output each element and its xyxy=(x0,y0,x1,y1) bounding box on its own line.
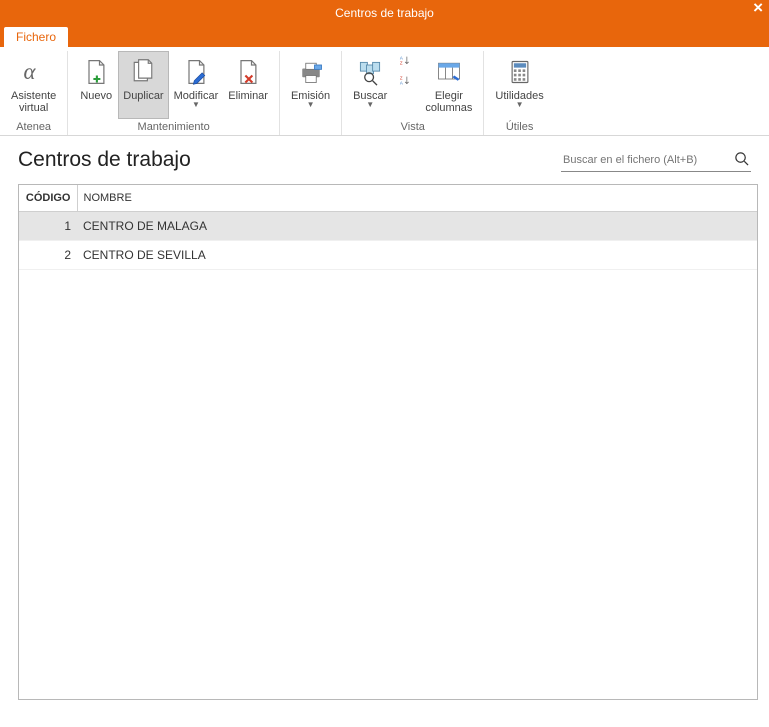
columns-icon xyxy=(435,56,463,88)
col-nombre[interactable]: NOMBRE xyxy=(77,185,757,212)
tab-fichero[interactable]: Fichero xyxy=(4,27,68,47)
buscar-button[interactable]: Buscar▼ xyxy=(348,51,392,119)
modificar-button[interactable]: Modificar▼ xyxy=(169,51,224,119)
ribbon-group: Nuevo Duplicar Modificar▼ Eliminar Mantenimi… xyxy=(68,51,280,135)
ribbon-stack: AZZA xyxy=(392,51,420,91)
ribbon-group: Buscar▼AZZAElegircolumnasVista xyxy=(342,51,484,135)
doc-new-icon xyxy=(82,56,110,88)
ribbon-group: Utilidades▼ Útiles xyxy=(484,51,554,135)
ribbon-group-label: Vista xyxy=(348,121,477,133)
ribbon-btn-label: Utilidades▼ xyxy=(495,90,543,116)
ribbon-group-items: Emisión▼ xyxy=(286,51,335,119)
print-icon xyxy=(297,56,325,88)
alpha-icon: α xyxy=(20,56,48,88)
ribbon-btn-label: Buscar▼ xyxy=(353,90,387,116)
cell-codigo: 1 xyxy=(19,212,77,241)
ribbon-btn-label: Modificar▼ xyxy=(174,90,219,116)
ribbon-tabstrip: Fichero xyxy=(0,25,769,47)
ribbon-group-items: α Asistentevirtual xyxy=(6,51,61,119)
ribbon-group-label: Mantenimiento xyxy=(74,121,273,133)
table-header-row: CÓDIGO NOMBRE xyxy=(19,185,757,212)
find-icon xyxy=(356,56,384,88)
window-title: Centros de trabajo xyxy=(335,6,434,20)
duplicar-button[interactable]: Duplicar xyxy=(118,51,168,119)
emision-button[interactable]: Emisión▼ xyxy=(286,51,335,119)
ribbon: α Asistentevirtual Atenea Nuevo Duplicar Modi… xyxy=(0,47,769,136)
doc-duplicate-icon xyxy=(129,56,157,88)
eliminar-button[interactable]: Eliminar xyxy=(223,51,273,119)
cell-nombre: CENTRO DE MALAGA xyxy=(77,212,757,241)
page-title: Centros de trabajo xyxy=(18,148,191,172)
ribbon-btn-label: Elegircolumnas xyxy=(425,90,472,116)
sort-za-icon: ZA xyxy=(395,74,417,88)
ribbon-group: Emisión▼ xyxy=(280,51,342,135)
search-container xyxy=(561,149,751,172)
ribbon-btn-label: Duplicar xyxy=(123,90,163,116)
cell-codigo: 2 xyxy=(19,241,77,270)
sort-az-button[interactable]: AZ xyxy=(392,51,420,71)
ribbon-group-label: Atenea xyxy=(6,121,61,133)
sort-az-icon: AZ xyxy=(395,54,417,68)
ribbon-btn-label: Asistentevirtual xyxy=(11,90,56,116)
ribbon-group: α Asistentevirtual Atenea xyxy=(0,51,68,135)
nuevo-button[interactable]: Nuevo xyxy=(74,51,118,119)
elegir-button[interactable]: Elegircolumnas xyxy=(420,51,477,119)
col-codigo[interactable]: CÓDIGO xyxy=(19,185,77,212)
search-icon[interactable] xyxy=(734,151,749,169)
ribbon-btn-label: Emisión▼ xyxy=(291,90,330,116)
table-row[interactable]: 2CENTRO DE SEVILLA xyxy=(19,241,757,270)
ribbon-group-items: Nuevo Duplicar Modificar▼ Eliminar xyxy=(74,51,273,119)
content-header: Centros de trabajo xyxy=(0,136,769,178)
cell-nombre: CENTRO DE SEVILLA xyxy=(77,241,757,270)
search-input[interactable] xyxy=(563,154,728,166)
utilidades-button[interactable]: Utilidades▼ xyxy=(490,51,548,119)
calculator-icon xyxy=(506,56,534,88)
svg-text:A: A xyxy=(400,55,403,60)
chevron-down-icon: ▼ xyxy=(307,101,315,110)
chevron-down-icon: ▼ xyxy=(192,101,200,110)
ribbon-btn-label: Eliminar xyxy=(228,90,268,116)
ribbon-group-items: Buscar▼AZZAElegircolumnas xyxy=(348,51,477,119)
doc-delete-icon xyxy=(234,56,262,88)
svg-text:Z: Z xyxy=(400,61,403,66)
title-bar: Centros de trabajo × xyxy=(0,0,769,25)
close-icon[interactable]: × xyxy=(753,0,763,18)
table-row[interactable]: 1CENTRO DE MALAGA xyxy=(19,212,757,241)
ribbon-btn-label: Nuevo xyxy=(80,90,112,116)
chevron-down-icon: ▼ xyxy=(516,101,524,110)
svg-text:Z: Z xyxy=(400,75,403,80)
doc-edit-icon xyxy=(182,56,210,88)
svg-text:A: A xyxy=(400,81,403,86)
asistente-button[interactable]: α Asistentevirtual xyxy=(6,51,61,119)
ribbon-group-label: Útiles xyxy=(490,121,548,133)
svg-text:α: α xyxy=(23,59,36,84)
data-grid: CÓDIGO NOMBRE 1CENTRO DE MALAGA2CENTRO D… xyxy=(18,184,758,700)
sort-za-button[interactable]: ZA xyxy=(392,71,420,91)
ribbon-group-items: Utilidades▼ xyxy=(490,51,548,119)
chevron-down-icon: ▼ xyxy=(366,101,374,110)
